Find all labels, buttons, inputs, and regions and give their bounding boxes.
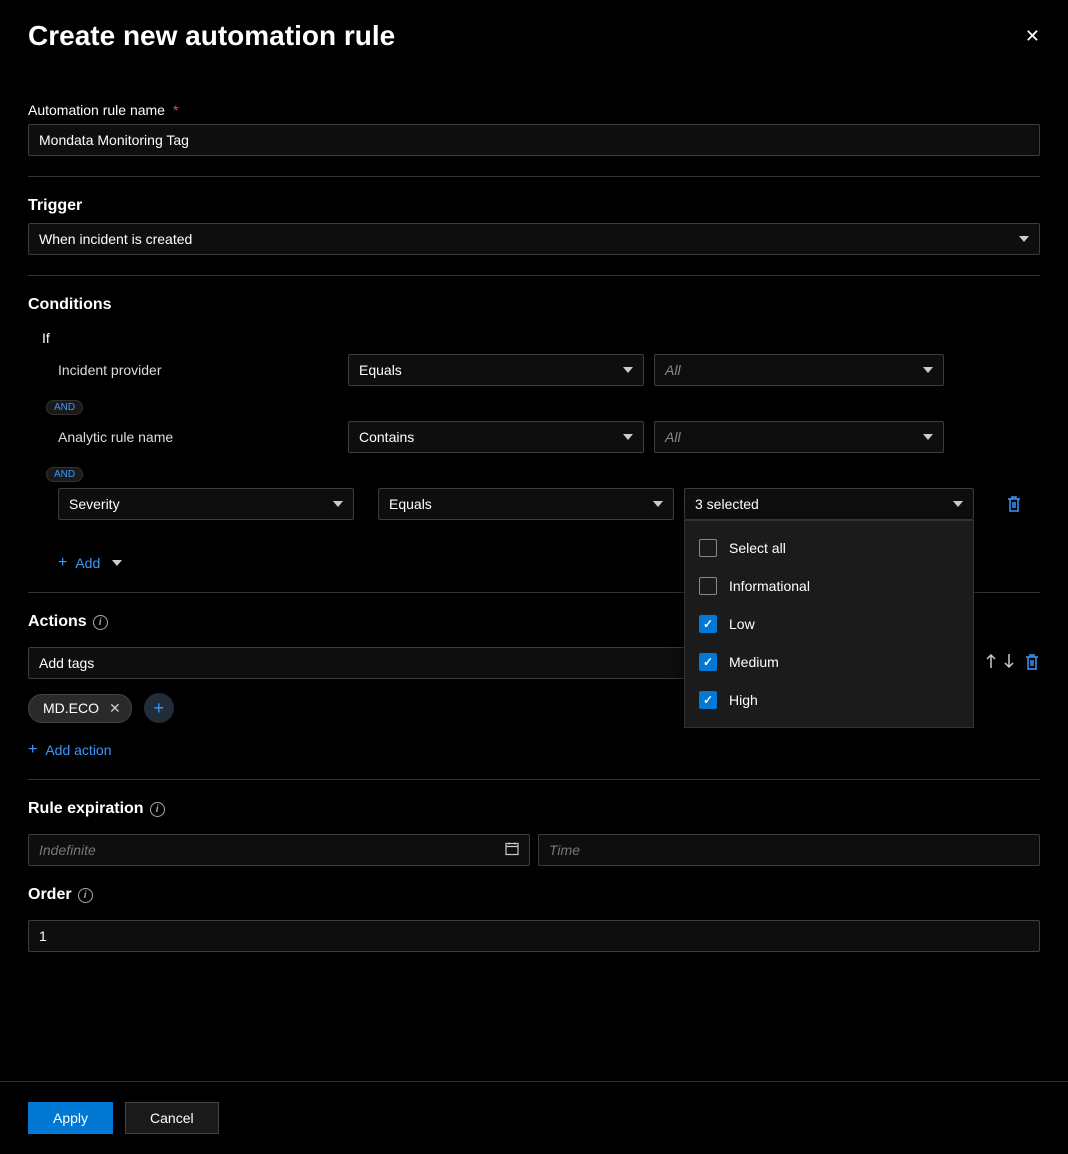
plus-icon: + [28,741,37,759]
checkbox-icon [699,539,717,557]
chevron-down-icon [333,501,343,507]
plus-icon: + [153,698,164,719]
tag-pill: MD.ECO ✕ [28,694,132,723]
chevron-down-icon [1019,236,1029,242]
condition-operator-select[interactable]: Equals [378,488,674,520]
divider [28,779,1040,780]
info-icon[interactable]: i [150,802,165,817]
chevron-down-icon [623,367,633,373]
expiration-date-input[interactable] [28,834,530,866]
conditions-title: Conditions [28,296,1040,314]
condition-property-label: Incident provider [28,362,338,378]
rule-name-field: Automation rule name * [28,102,1040,156]
severity-option-low[interactable]: Low [685,605,973,643]
conditions-section: Conditions If Incident provider Equals A… [28,296,1040,572]
severity-dropdown-panel: Select all Informational Low Medium [684,520,974,728]
page-title: Create new automation rule [28,20,395,52]
add-tag-button[interactable]: + [144,693,174,723]
severity-option-high[interactable]: High [685,681,973,719]
condition-row: Analytic rule name Contains All [28,421,1040,453]
required-indicator: * [173,102,178,118]
apply-button[interactable]: Apply [28,1102,113,1134]
trigger-field: Trigger When incident is created [28,197,1040,255]
divider [28,176,1040,177]
rule-name-input[interactable] [28,124,1040,156]
trigger-select[interactable]: When incident is created [28,223,1040,255]
checkbox-checked-icon [699,653,717,671]
close-icon: ✕ [1025,26,1040,46]
condition-row-severity: Severity Equals 3 selected Select all [28,488,1040,520]
cancel-button[interactable]: Cancel [125,1102,219,1134]
condition-operator-select[interactable]: Equals [348,354,644,386]
chevron-down-icon [923,434,933,440]
expiration-time-input[interactable] [538,834,1040,866]
close-button[interactable]: ✕ [1025,26,1040,47]
remove-tag-button[interactable]: ✕ [109,700,121,717]
arrow-down-icon [1002,653,1016,669]
delete-action-button značaj[interactable] [1024,653,1040,674]
chevron-down-icon [923,367,933,373]
divider [28,275,1040,276]
and-badge: AND [46,400,83,415]
condition-value-select[interactable]: All [654,354,944,386]
expiration-title: Rule expiration i [28,800,1040,818]
order-section: Order i [28,886,1040,952]
action-reorder-controls [984,653,1040,674]
arrow-up-icon [984,653,998,669]
info-icon[interactable]: i [78,888,93,903]
rule-name-label: Automation rule name * [28,102,1040,118]
tag-label: MD.ECO [43,700,99,716]
conditions-if-label: If [42,330,1040,346]
add-condition-button[interactable]: + Add [28,554,122,572]
order-input[interactable] [28,920,1040,952]
condition-row: Incident provider Equals All [28,354,1040,386]
severity-option-medium[interactable]: Medium [685,643,973,681]
panel-footer: Apply Cancel [0,1081,1068,1154]
expiration-section: Rule expiration i [28,800,1040,866]
info-icon[interactable]: i [93,615,108,630]
severity-option-select-all[interactable]: Select all [685,529,973,567]
severity-option-informational[interactable]: Informational [685,567,973,605]
trash-icon [1024,653,1040,671]
condition-property-select[interactable]: Severity [58,488,354,520]
checkbox-checked-icon [699,615,717,633]
trigger-label: Trigger [28,197,1040,215]
condition-value-select[interactable]: All [654,421,944,453]
condition-operator-select[interactable]: Contains [348,421,644,453]
condition-value-select[interactable]: 3 selected [684,488,974,520]
calendar-icon[interactable] [504,841,520,860]
checkbox-checked-icon [699,691,717,709]
checkbox-icon [699,577,717,595]
move-up-button[interactable] [984,653,998,674]
condition-property-label: Analytic rule name [28,429,338,445]
chevron-down-icon [112,560,122,566]
and-badge: AND [46,467,83,482]
chevron-down-icon [953,501,963,507]
chevron-down-icon [653,501,663,507]
order-title: Order i [28,886,1040,904]
chevron-down-icon [623,434,633,440]
move-down-button[interactable] [1002,653,1016,674]
trash-icon [1006,495,1022,513]
plus-icon: + [58,554,67,572]
panel-header: Create new automation rule ✕ [28,20,1040,52]
add-action-button[interactable]: + Add action [28,741,112,759]
delete-condition-button[interactable] [1006,495,1024,513]
